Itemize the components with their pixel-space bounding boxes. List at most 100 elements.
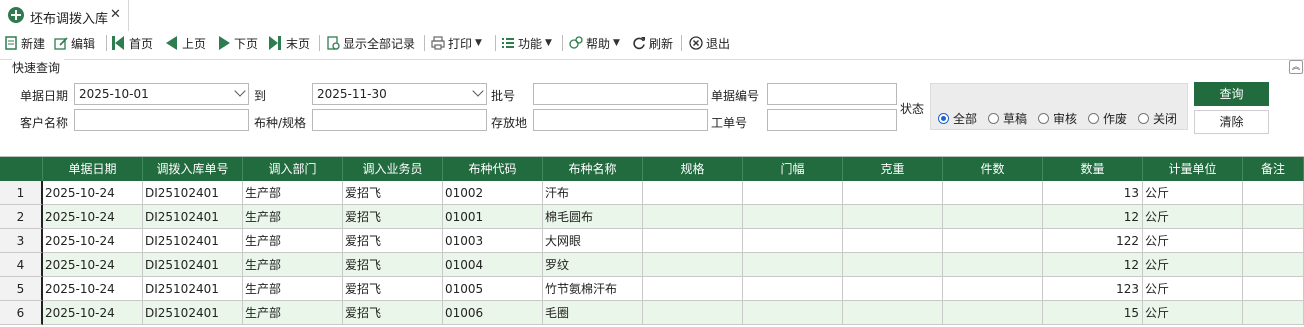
show-all-button[interactable]: 显示全部记录 bbox=[326, 31, 415, 55]
cell-transfer-doc-no[interactable]: DI25102401 bbox=[143, 301, 243, 325]
date-to-picker[interactable]: 2025-11-30 bbox=[312, 83, 487, 105]
cell-row-number[interactable]: 5 bbox=[0, 277, 43, 301]
query-button[interactable]: 查询 bbox=[1194, 82, 1269, 106]
cell-quantity[interactable]: 123 bbox=[1043, 277, 1143, 301]
function-button[interactable]: 功能 ▼ bbox=[501, 31, 552, 55]
cell-in-department[interactable]: 生产部 bbox=[243, 253, 343, 277]
cell-transfer-doc-no[interactable]: DI25102401 bbox=[143, 253, 243, 277]
cell-unit[interactable]: 公斤 bbox=[1143, 205, 1243, 229]
fabric-input[interactable] bbox=[312, 109, 487, 131]
column-header-doc-date[interactable]: 单据日期 bbox=[43, 157, 143, 181]
cell-pieces[interactable] bbox=[943, 277, 1043, 301]
cell-fabric-name[interactable]: 汗布 bbox=[543, 181, 643, 205]
cell-pieces[interactable] bbox=[943, 301, 1043, 325]
column-header-unit[interactable]: 计量单位 bbox=[1143, 157, 1243, 181]
cell-width[interactable] bbox=[743, 301, 843, 325]
cell-transfer-doc-no[interactable]: DI25102401 bbox=[143, 277, 243, 301]
workorder-input[interactable] bbox=[767, 109, 897, 131]
cell-spec[interactable] bbox=[643, 205, 743, 229]
cell-gram-weight[interactable] bbox=[843, 301, 943, 325]
close-icon[interactable]: ✕ bbox=[110, 7, 121, 22]
edit-button[interactable]: 编辑 bbox=[54, 31, 95, 55]
column-header-remark[interactable]: 备注 bbox=[1243, 157, 1304, 181]
cell-remark[interactable] bbox=[1243, 301, 1304, 325]
cell-width[interactable] bbox=[743, 181, 843, 205]
cell-transfer-doc-no[interactable]: DI25102401 bbox=[143, 181, 243, 205]
table-row[interactable]: 4 2025-10-24 DI25102401 生产部 爱招飞 01004 罗纹 12 公斤 bbox=[0, 253, 1304, 277]
cell-fabric-name[interactable]: 大网眼 bbox=[543, 229, 643, 253]
cell-quantity[interactable]: 12 bbox=[1043, 205, 1143, 229]
doc-no-input[interactable] bbox=[767, 83, 897, 105]
cell-fabric-code[interactable]: 01003 bbox=[443, 229, 543, 253]
cell-in-salesperson[interactable]: 爱招飞 bbox=[343, 277, 443, 301]
cell-doc-date[interactable]: 2025-10-24 bbox=[43, 253, 143, 277]
cell-quantity[interactable]: 15 bbox=[1043, 301, 1143, 325]
cell-fabric-code[interactable]: 01005 bbox=[443, 277, 543, 301]
cell-spec[interactable] bbox=[643, 301, 743, 325]
column-header-spec[interactable]: 规格 bbox=[643, 157, 743, 181]
cell-unit[interactable]: 公斤 bbox=[1143, 253, 1243, 277]
cell-remark[interactable] bbox=[1243, 205, 1304, 229]
column-header-quantity[interactable]: 数量 bbox=[1043, 157, 1143, 181]
prev-page-button[interactable]: 上页 bbox=[165, 31, 206, 55]
help-button[interactable]: 帮助 ▼ bbox=[569, 31, 620, 55]
cell-pieces[interactable] bbox=[943, 253, 1043, 277]
table-row[interactable]: 6 2025-10-24 DI25102401 生产部 爱招飞 01006 毛圈 15 公斤 bbox=[0, 301, 1304, 325]
cell-row-number[interactable]: 4 bbox=[0, 253, 43, 277]
cell-spec[interactable] bbox=[643, 253, 743, 277]
tab-fabric-transfer-in[interactable]: 坯布调拨入库 ✕ bbox=[0, 0, 129, 31]
batch-input[interactable] bbox=[533, 83, 708, 105]
cell-spec[interactable] bbox=[643, 229, 743, 253]
cell-doc-date[interactable]: 2025-10-24 bbox=[43, 301, 143, 325]
cell-gram-weight[interactable] bbox=[843, 277, 943, 301]
next-page-button[interactable]: 下页 bbox=[217, 31, 258, 55]
cell-row-number[interactable]: 6 bbox=[0, 301, 43, 325]
cell-in-department[interactable]: 生产部 bbox=[243, 277, 343, 301]
cell-quantity[interactable]: 12 bbox=[1043, 253, 1143, 277]
cell-fabric-name[interactable]: 棉毛圆布 bbox=[543, 205, 643, 229]
cell-row-number[interactable]: 2 bbox=[0, 205, 43, 229]
column-header-fabric-code[interactable]: 布种代码 bbox=[443, 157, 543, 181]
cell-doc-date[interactable]: 2025-10-24 bbox=[43, 277, 143, 301]
column-header-transfer-doc-no[interactable]: 调拨入库单号 bbox=[143, 157, 243, 181]
chevron-down-icon[interactable] bbox=[234, 85, 246, 97]
cell-unit[interactable]: 公斤 bbox=[1143, 229, 1243, 253]
table-row[interactable]: 1 2025-10-24 DI25102401 生产部 爱招飞 01002 汗布 13 公斤 bbox=[0, 181, 1304, 205]
cell-fabric-name[interactable]: 罗纹 bbox=[543, 253, 643, 277]
cell-transfer-doc-no[interactable]: DI25102401 bbox=[143, 205, 243, 229]
chevron-down-icon[interactable] bbox=[472, 85, 484, 97]
status-radio-all[interactable]: 全部 bbox=[938, 110, 977, 127]
cell-remark[interactable] bbox=[1243, 277, 1304, 301]
cell-pieces[interactable] bbox=[943, 205, 1043, 229]
cell-in-salesperson[interactable]: 爱招飞 bbox=[343, 205, 443, 229]
cell-unit[interactable]: 公斤 bbox=[1143, 277, 1243, 301]
cell-unit[interactable]: 公斤 bbox=[1143, 181, 1243, 205]
clear-button[interactable]: 清除 bbox=[1194, 110, 1269, 134]
cell-doc-date[interactable]: 2025-10-24 bbox=[43, 229, 143, 253]
cell-quantity[interactable]: 13 bbox=[1043, 181, 1143, 205]
cell-doc-date[interactable]: 2025-10-24 bbox=[43, 205, 143, 229]
customer-input[interactable] bbox=[74, 109, 249, 131]
cell-unit[interactable]: 公斤 bbox=[1143, 301, 1243, 325]
table-row[interactable]: 3 2025-10-24 DI25102401 生产部 爱招飞 01003 大网眼 122 公斤 bbox=[0, 229, 1304, 253]
last-page-button[interactable]: 末页 bbox=[269, 31, 310, 55]
cell-in-salesperson[interactable]: 爱招飞 bbox=[343, 181, 443, 205]
cell-fabric-name[interactable]: 毛圈 bbox=[543, 301, 643, 325]
first-page-button[interactable]: 首页 bbox=[112, 31, 153, 55]
status-radio-approved[interactable]: 审核 bbox=[1038, 110, 1077, 127]
cell-pieces[interactable] bbox=[943, 229, 1043, 253]
cell-width[interactable] bbox=[743, 205, 843, 229]
date-from-picker[interactable]: 2025-10-01 bbox=[74, 83, 249, 105]
cell-transfer-doc-no[interactable]: DI25102401 bbox=[143, 229, 243, 253]
cell-fabric-code[interactable]: 01006 bbox=[443, 301, 543, 325]
cell-fabric-code[interactable]: 01002 bbox=[443, 181, 543, 205]
cell-remark[interactable] bbox=[1243, 181, 1304, 205]
status-radio-closed[interactable]: 关闭 bbox=[1138, 110, 1177, 127]
column-header-in-department[interactable]: 调入部门 bbox=[243, 157, 343, 181]
table-row[interactable]: 5 2025-10-24 DI25102401 生产部 爱招飞 01005 竹节氨棉汗布 12… bbox=[0, 277, 1304, 301]
status-radio-draft[interactable]: 草稿 bbox=[988, 110, 1027, 127]
table-row[interactable]: 2 2025-10-24 DI25102401 生产部 爱招飞 01001 棉毛圆布 12 公斤 bbox=[0, 205, 1304, 229]
location-input[interactable] bbox=[533, 109, 708, 131]
cell-in-department[interactable]: 生产部 bbox=[243, 205, 343, 229]
cell-in-salesperson[interactable]: 爱招飞 bbox=[343, 229, 443, 253]
